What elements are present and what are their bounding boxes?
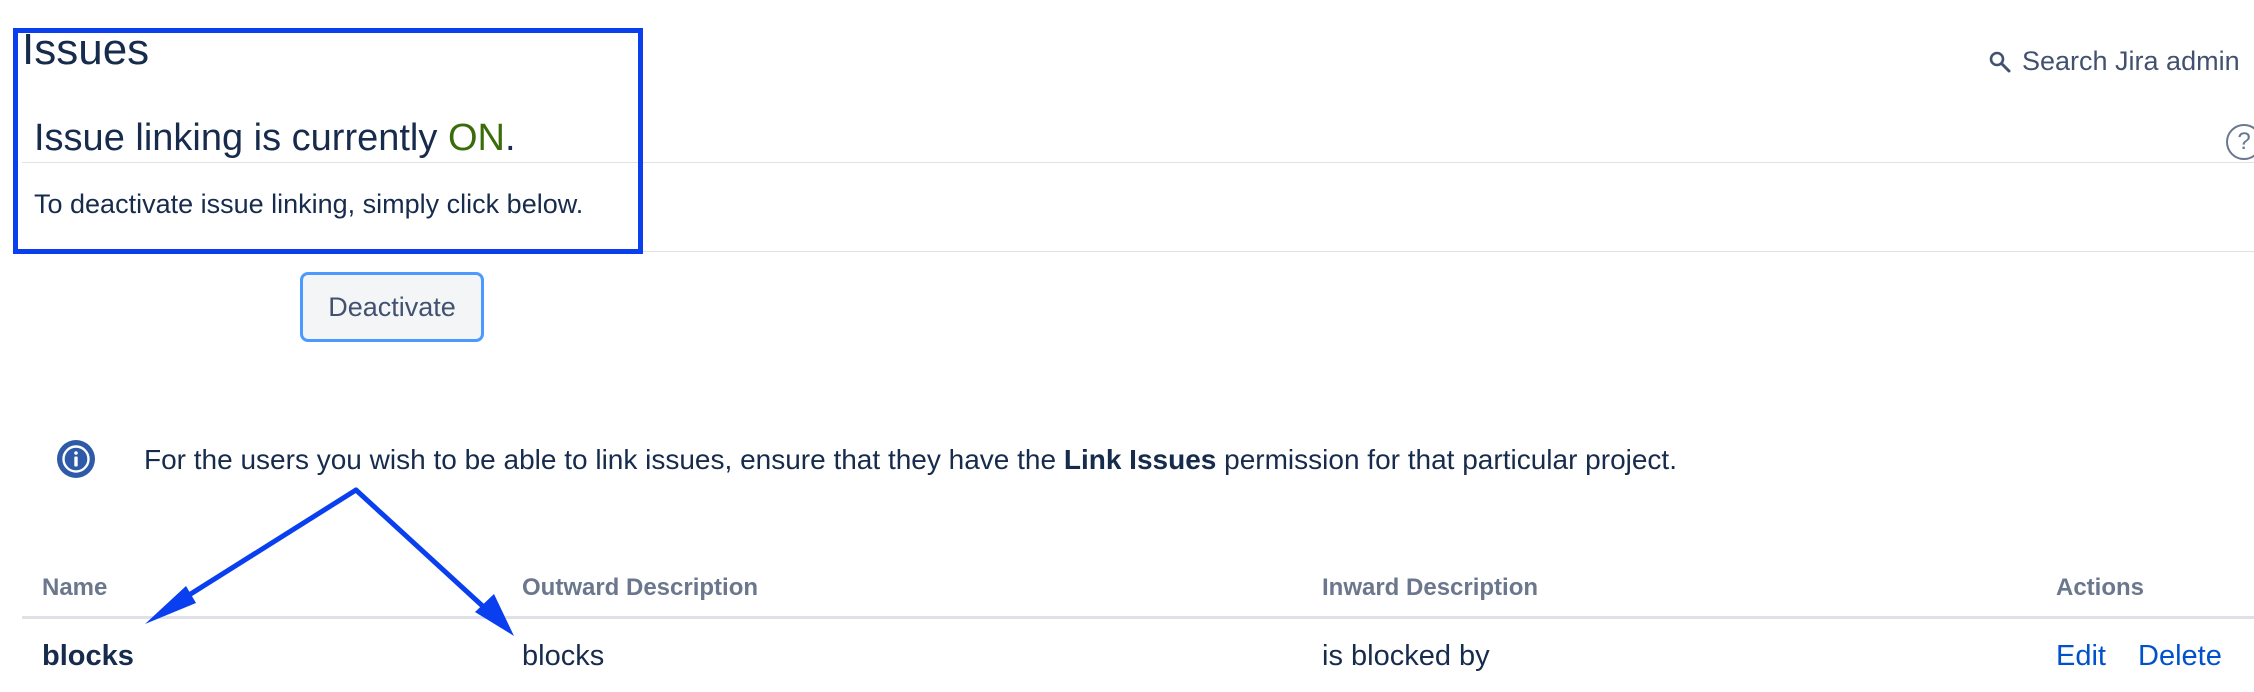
annotation-arrows bbox=[145, 487, 514, 636]
annotation-arrow-right bbox=[353, 487, 503, 625]
annotation-arrowhead-right bbox=[475, 594, 514, 636]
annotation-arrowhead-left bbox=[145, 586, 196, 624]
annotation-arrow-left bbox=[159, 487, 359, 615]
